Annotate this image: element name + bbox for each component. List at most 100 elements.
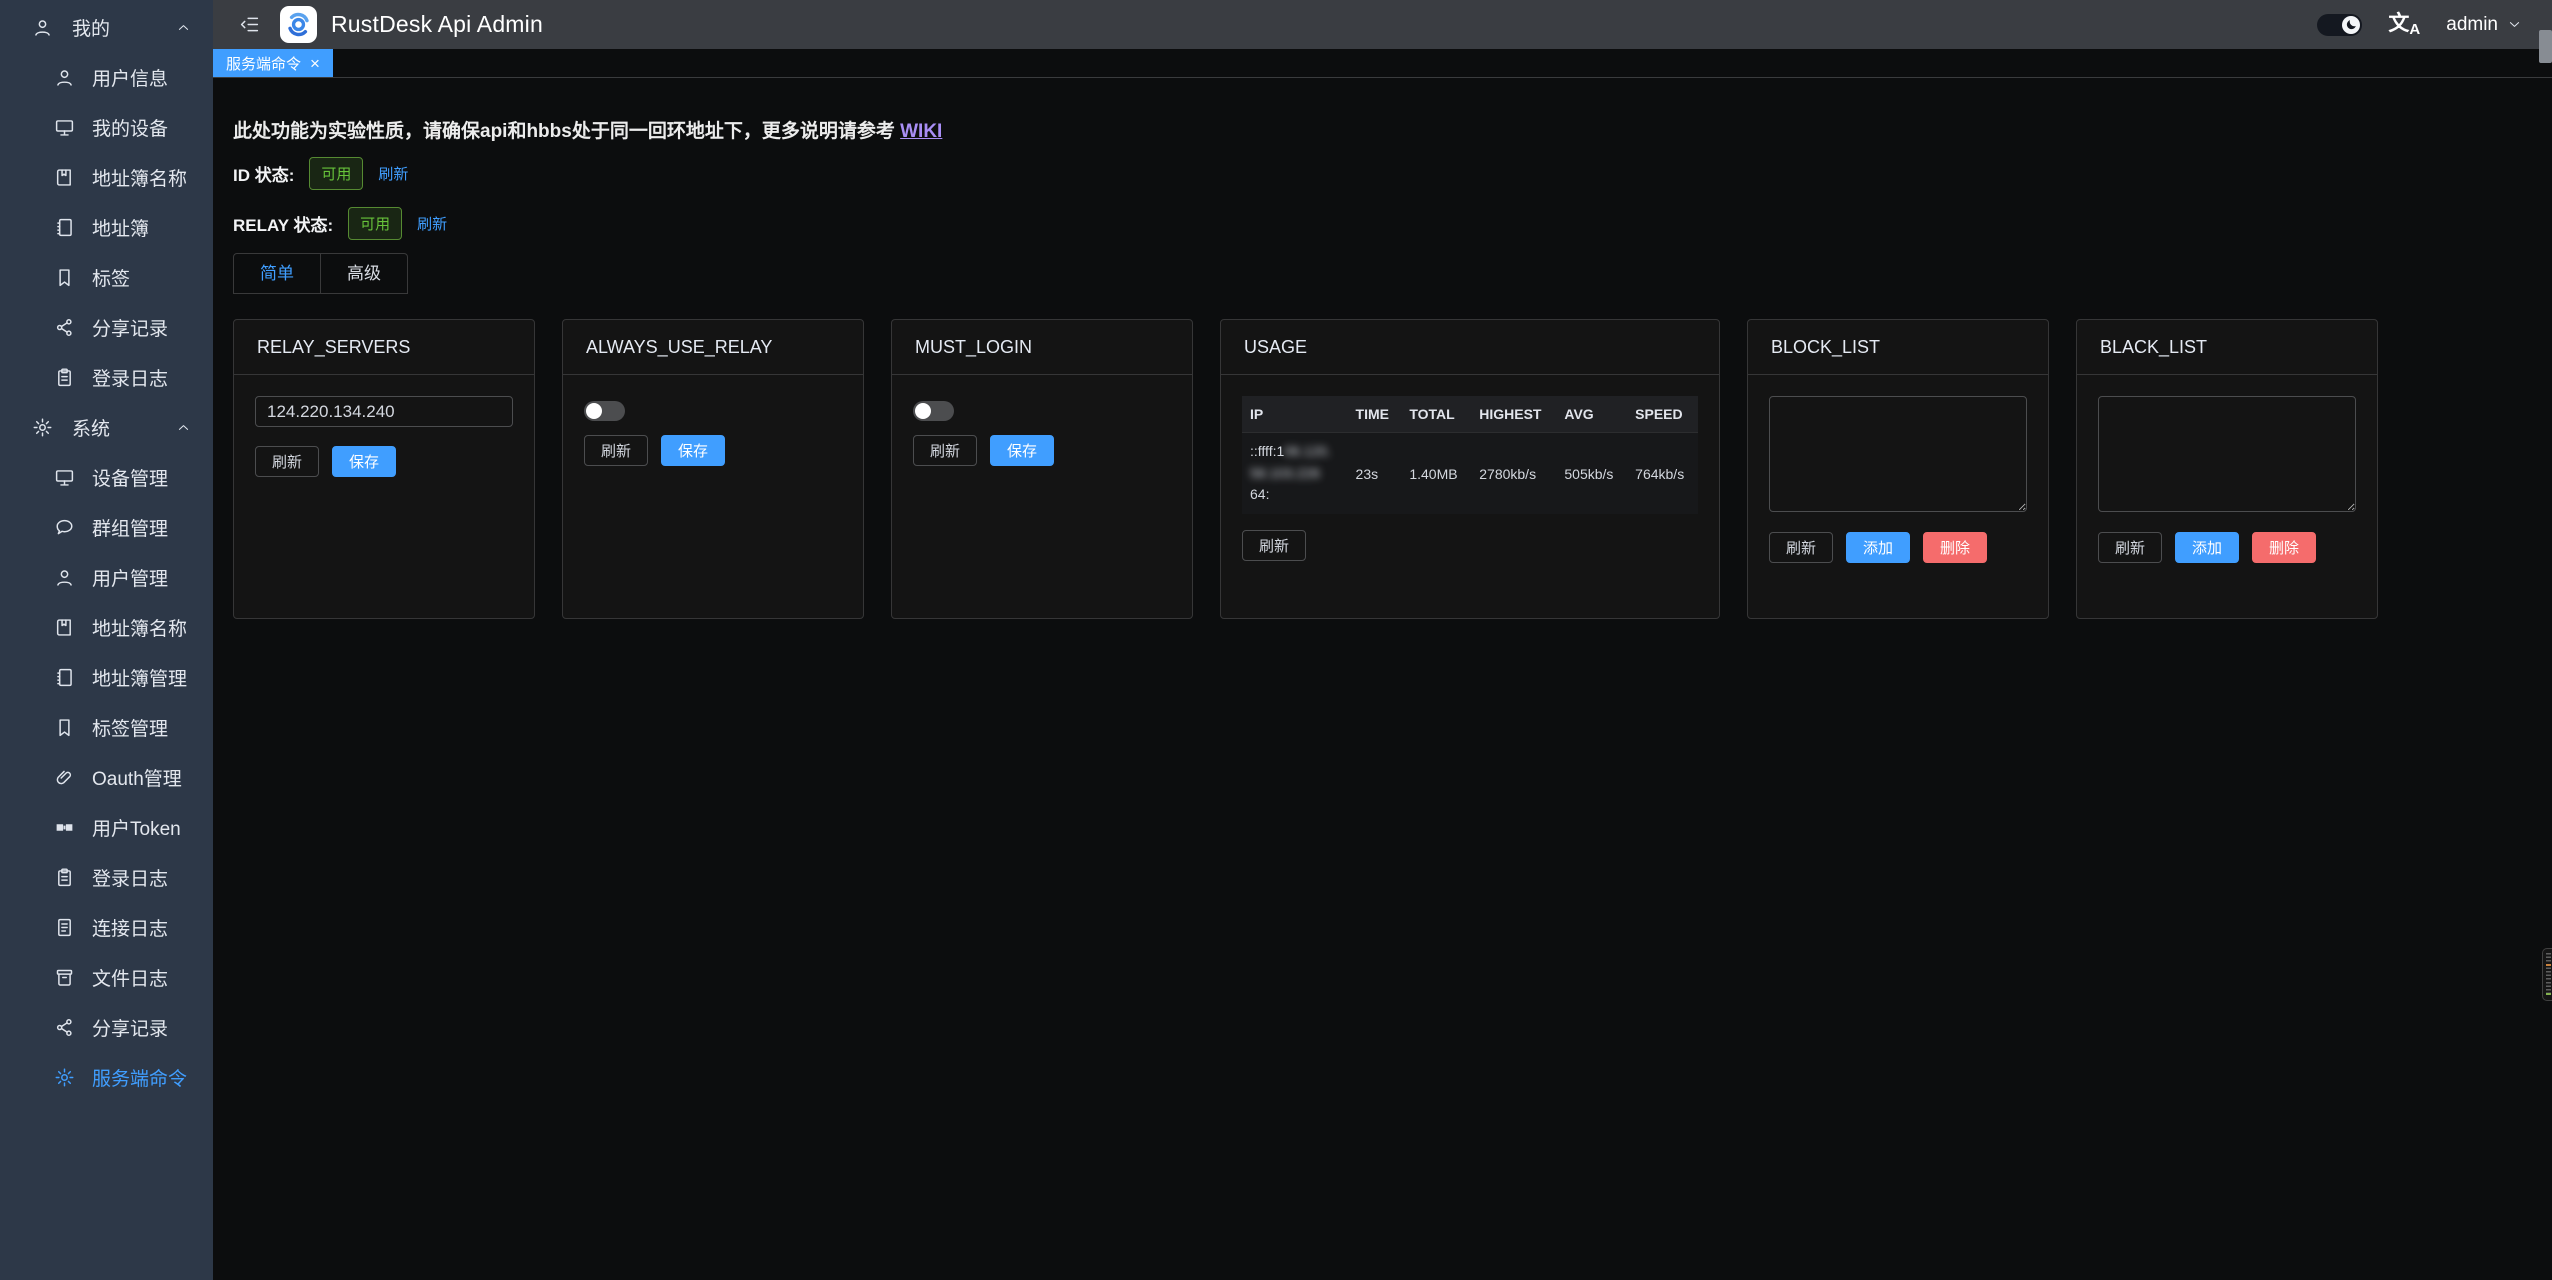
sidebar-section-my[interactable]: 我的: [0, 2, 213, 52]
sidebar-item-label: 分享记录: [92, 314, 168, 341]
header: RustDesk Api Admin 文A admin: [213, 0, 2552, 49]
clipboard-icon: [54, 867, 75, 888]
card-black-list: BLACK_LIST 刷新 添加 删除: [2076, 319, 2378, 619]
redacted-text: 58.103.226: [1250, 465, 1320, 481]
clipboard-icon: [54, 367, 75, 388]
chat-icon: [54, 517, 75, 538]
sidebar-item-user-mgmt[interactable]: 用户管理: [0, 552, 213, 602]
card-usage: USAGE IP TIME TOTAL HIGHEST AVG SPEED: [1220, 319, 1720, 619]
relay-status-row: RELAY 状态: 可用 刷新: [233, 208, 2552, 238]
sidebar-item-label: 地址簿管理: [92, 664, 187, 691]
book-icon: [54, 167, 75, 188]
share-icon: [54, 317, 75, 338]
sidebar-item-addressbook-names[interactable]: 地址簿名称: [0, 152, 213, 202]
relay-servers-input[interactable]: [255, 396, 513, 427]
sidebar-item-file-logs[interactable]: 文件日志: [0, 952, 213, 1002]
sidebar-item-user-token[interactable]: 用户Token: [0, 802, 213, 852]
monitor-icon: [54, 117, 75, 138]
add-button[interactable]: 添加: [2175, 532, 2239, 563]
sidebar-item-login-logs-sys[interactable]: 登录日志: [0, 852, 213, 902]
translate-icon[interactable]: 文A: [2388, 13, 2420, 37]
sidebar-item-label: 用户信息: [92, 64, 168, 91]
bookmark-icon: [54, 717, 75, 738]
card-title: USAGE: [1221, 320, 1719, 375]
chevron-up-icon[interactable]: [176, 420, 191, 435]
notice-text: 此处功能为实验性质，请确保api和hbbs处于同一回环地址下，更多说明请参考: [233, 121, 900, 142]
toggle-knob: [586, 403, 602, 419]
card-relay-servers: RELAY_SERVERS 刷新 保存: [233, 319, 535, 619]
save-button[interactable]: 保存: [990, 435, 1054, 466]
tab-server-commands[interactable]: 服务端命令 ×: [213, 49, 333, 77]
id-status-refresh-link[interactable]: 刷新: [378, 163, 408, 184]
sidebar-item-label: 设备管理: [92, 464, 168, 491]
sidebar-item-connection-logs[interactable]: 连接日志: [0, 902, 213, 952]
sidebar-item-label: 服务端命令: [92, 1064, 187, 1091]
experimental-notice: 此处功能为实验性质，请确保api和hbbs处于同一回环地址下，更多说明请参考 W…: [233, 116, 2552, 143]
refresh-button[interactable]: 刷新: [1769, 532, 1833, 563]
sidebar-item-group-mgmt[interactable]: 群组管理: [0, 502, 213, 552]
sidebar-item-label: 文件日志: [92, 964, 168, 991]
cell-avg: 505kb/s: [1556, 433, 1627, 515]
tab-advanced[interactable]: 高级: [321, 254, 407, 293]
refresh-button[interactable]: 刷新: [1242, 530, 1306, 561]
user-icon: [54, 567, 75, 588]
chevron-up-icon[interactable]: [176, 20, 191, 35]
sidebar-item-server-commands[interactable]: 服务端命令: [0, 1052, 213, 1102]
sidebar-item-label: 标签管理: [92, 714, 168, 741]
id-status-row: ID 状态: 可用 刷新: [233, 158, 2552, 188]
cell-time: 23s: [1348, 433, 1402, 515]
sidebar-item-share-records[interactable]: 分享记录: [0, 302, 213, 352]
gear-icon: [32, 417, 53, 438]
collapse-sidebar-icon[interactable]: [239, 14, 260, 35]
book-icon: [54, 617, 75, 638]
sidebar-item-label: 标签: [92, 264, 130, 291]
block-list-textarea[interactable]: [1769, 396, 2027, 512]
sidebar-section-label: 我的: [72, 14, 110, 41]
theme-toggle[interactable]: [2317, 14, 2362, 36]
sidebar-item-user-info[interactable]: 用户信息: [0, 52, 213, 102]
refresh-button[interactable]: 刷新: [584, 435, 648, 466]
card-must-login: MUST_LOGIN 刷新 保存: [891, 319, 1193, 619]
wiki-link[interactable]: WIKI: [900, 121, 942, 142]
sidebar-item-oauth-mgmt[interactable]: Oauth管理: [0, 752, 213, 802]
refresh-button[interactable]: 刷新: [255, 446, 319, 477]
user-icon: [54, 67, 75, 88]
sidebar-item-addressbook-names-mgmt[interactable]: 地址簿名称: [0, 602, 213, 652]
sidebar-item-login-logs[interactable]: 登录日志: [0, 352, 213, 402]
close-icon[interactable]: ×: [310, 55, 320, 72]
sidebar-section-system[interactable]: 系统: [0, 402, 213, 452]
scrollbar-thumb[interactable]: [2539, 30, 2552, 63]
refresh-button[interactable]: 刷新: [913, 435, 977, 466]
card-title: MUST_LOGIN: [892, 320, 1192, 375]
sidebar-item-device-mgmt[interactable]: 设备管理: [0, 452, 213, 502]
cell-ip: ::ffff:106.120. 58.103.226 64:: [1242, 433, 1348, 515]
sidebar-item-addressbook-mgmt[interactable]: 地址簿管理: [0, 652, 213, 702]
black-list-textarea[interactable]: [2098, 396, 2356, 512]
add-button[interactable]: 添加: [1846, 532, 1910, 563]
sidebar-item-my-devices[interactable]: 我的设备: [0, 102, 213, 152]
tab-label: 服务端命令: [226, 53, 301, 74]
rustdesk-logo: [280, 6, 317, 43]
save-button[interactable]: 保存: [332, 446, 396, 477]
col-total: TOTAL: [1401, 396, 1471, 433]
user-menu[interactable]: admin: [2446, 14, 2522, 36]
minimap-lines: [2546, 953, 2551, 996]
save-button[interactable]: 保存: [661, 435, 725, 466]
cell-total: 1.40MB: [1401, 433, 1471, 515]
document-icon: [54, 917, 75, 938]
sidebar-item-share-records-sys[interactable]: 分享记录: [0, 1002, 213, 1052]
delete-button[interactable]: 删除: [1923, 532, 1987, 563]
sidebar-item-addressbook[interactable]: 地址簿: [0, 202, 213, 252]
delete-button[interactable]: 删除: [2252, 532, 2316, 563]
card-always-use-relay: ALWAYS_USE_RELAY 刷新 保存: [562, 319, 864, 619]
sidebar-item-tags[interactable]: 标签: [0, 252, 213, 302]
tab-simple[interactable]: 简单: [234, 254, 321, 293]
refresh-button[interactable]: 刷新: [2098, 532, 2162, 563]
must-login-toggle[interactable]: [913, 401, 954, 421]
always-use-relay-toggle[interactable]: [584, 401, 625, 421]
sidebar-item-tag-mgmt[interactable]: 标签管理: [0, 702, 213, 752]
card-block-list: BLOCK_LIST 刷新 添加 删除: [1747, 319, 2049, 619]
sidebar-item-label: 登录日志: [92, 864, 168, 891]
relay-status-refresh-link[interactable]: 刷新: [417, 213, 447, 234]
app-title: RustDesk Api Admin: [331, 11, 543, 38]
